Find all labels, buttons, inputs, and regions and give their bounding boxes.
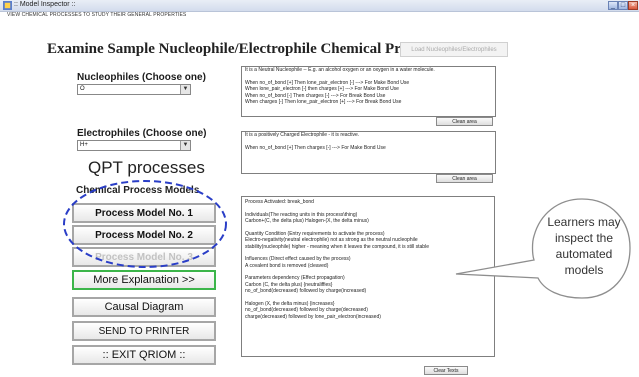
window-subtitle: VIEW CHEMICAL PROCESSES TO STUDY THEIR G… [7, 12, 187, 18]
process-model-3-button[interactable]: Process Model No. 3 [72, 247, 216, 267]
electrophile-description-lines: It is a positively Charged Electrophile … [242, 132, 495, 151]
window-title: :: Model Inspector :: [14, 1, 76, 8]
send-to-printer-button[interactable]: SEND TO PRINTER [72, 321, 216, 341]
process-model-1-button[interactable]: Process Model No. 1 [72, 203, 216, 223]
text-line: When charges [-] Then lone_pair_electron… [245, 99, 402, 105]
clear-texts-button[interactable]: Clear Texts [424, 366, 468, 375]
electrophile-description-area[interactable]: It is a positively Charged Electrophile … [241, 131, 496, 174]
text-line: When no_of_bond [+] Then charges [-] ---… [245, 144, 386, 151]
nucleophile-select[interactable]: O ▼ [77, 84, 191, 95]
nucleophiles-label: Nucleophiles (Choose one) [77, 72, 206, 83]
nucleophile-description-lines: It is a Neutral Nucleophile -- E.g. an a… [242, 67, 495, 106]
exit-qriom-button[interactable]: :: EXIT QRIOM :: [72, 345, 216, 365]
minimize-button[interactable]: _ [608, 1, 618, 10]
nucleophile-selected-value: O [80, 86, 85, 92]
chevron-down-icon[interactable]: ▼ [180, 85, 190, 94]
page-title: Examine Sample Nucleophile/Electrophile … [47, 41, 452, 57]
app-icon [3, 1, 12, 10]
nucleophile-clean-area-button[interactable]: Clean area [436, 117, 493, 126]
electrophiles-label: Electrophiles (Choose one) [77, 128, 207, 139]
process-model-2-button[interactable]: Process Model No. 2 [72, 225, 216, 245]
close-button[interactable]: × [628, 1, 638, 10]
electrophile-clean-area-button[interactable]: Clean area [436, 174, 493, 183]
window-titlebar: :: Model Inspector :: _ □ × [0, 0, 639, 12]
chemical-process-models-heading: Chemical Process Models [76, 185, 200, 196]
electrophile-select[interactable]: H+ ▼ [77, 140, 191, 151]
chevron-down-icon[interactable]: ▼ [180, 141, 190, 150]
load-nucleophiles-electrophiles-button[interactable]: Load Nucleophiles/Electrophiles [400, 42, 508, 57]
causal-diagram-button[interactable]: Causal Diagram [72, 297, 216, 317]
callout-text: Learners may inspect the automated model… [547, 215, 621, 277]
text-line: charge(decreased) followed by lone_pair_… [245, 313, 381, 320]
qpt-processes-heading: QPT processes [88, 158, 205, 177]
nucleophile-description-area[interactable]: It is a Neutral Nucleophile -- E.g. an a… [241, 66, 496, 117]
maximize-button[interactable]: □ [618, 1, 628, 10]
more-explanation-button[interactable]: More Explanation >> [72, 270, 216, 290]
electrophile-selected-value: H+ [80, 142, 88, 148]
